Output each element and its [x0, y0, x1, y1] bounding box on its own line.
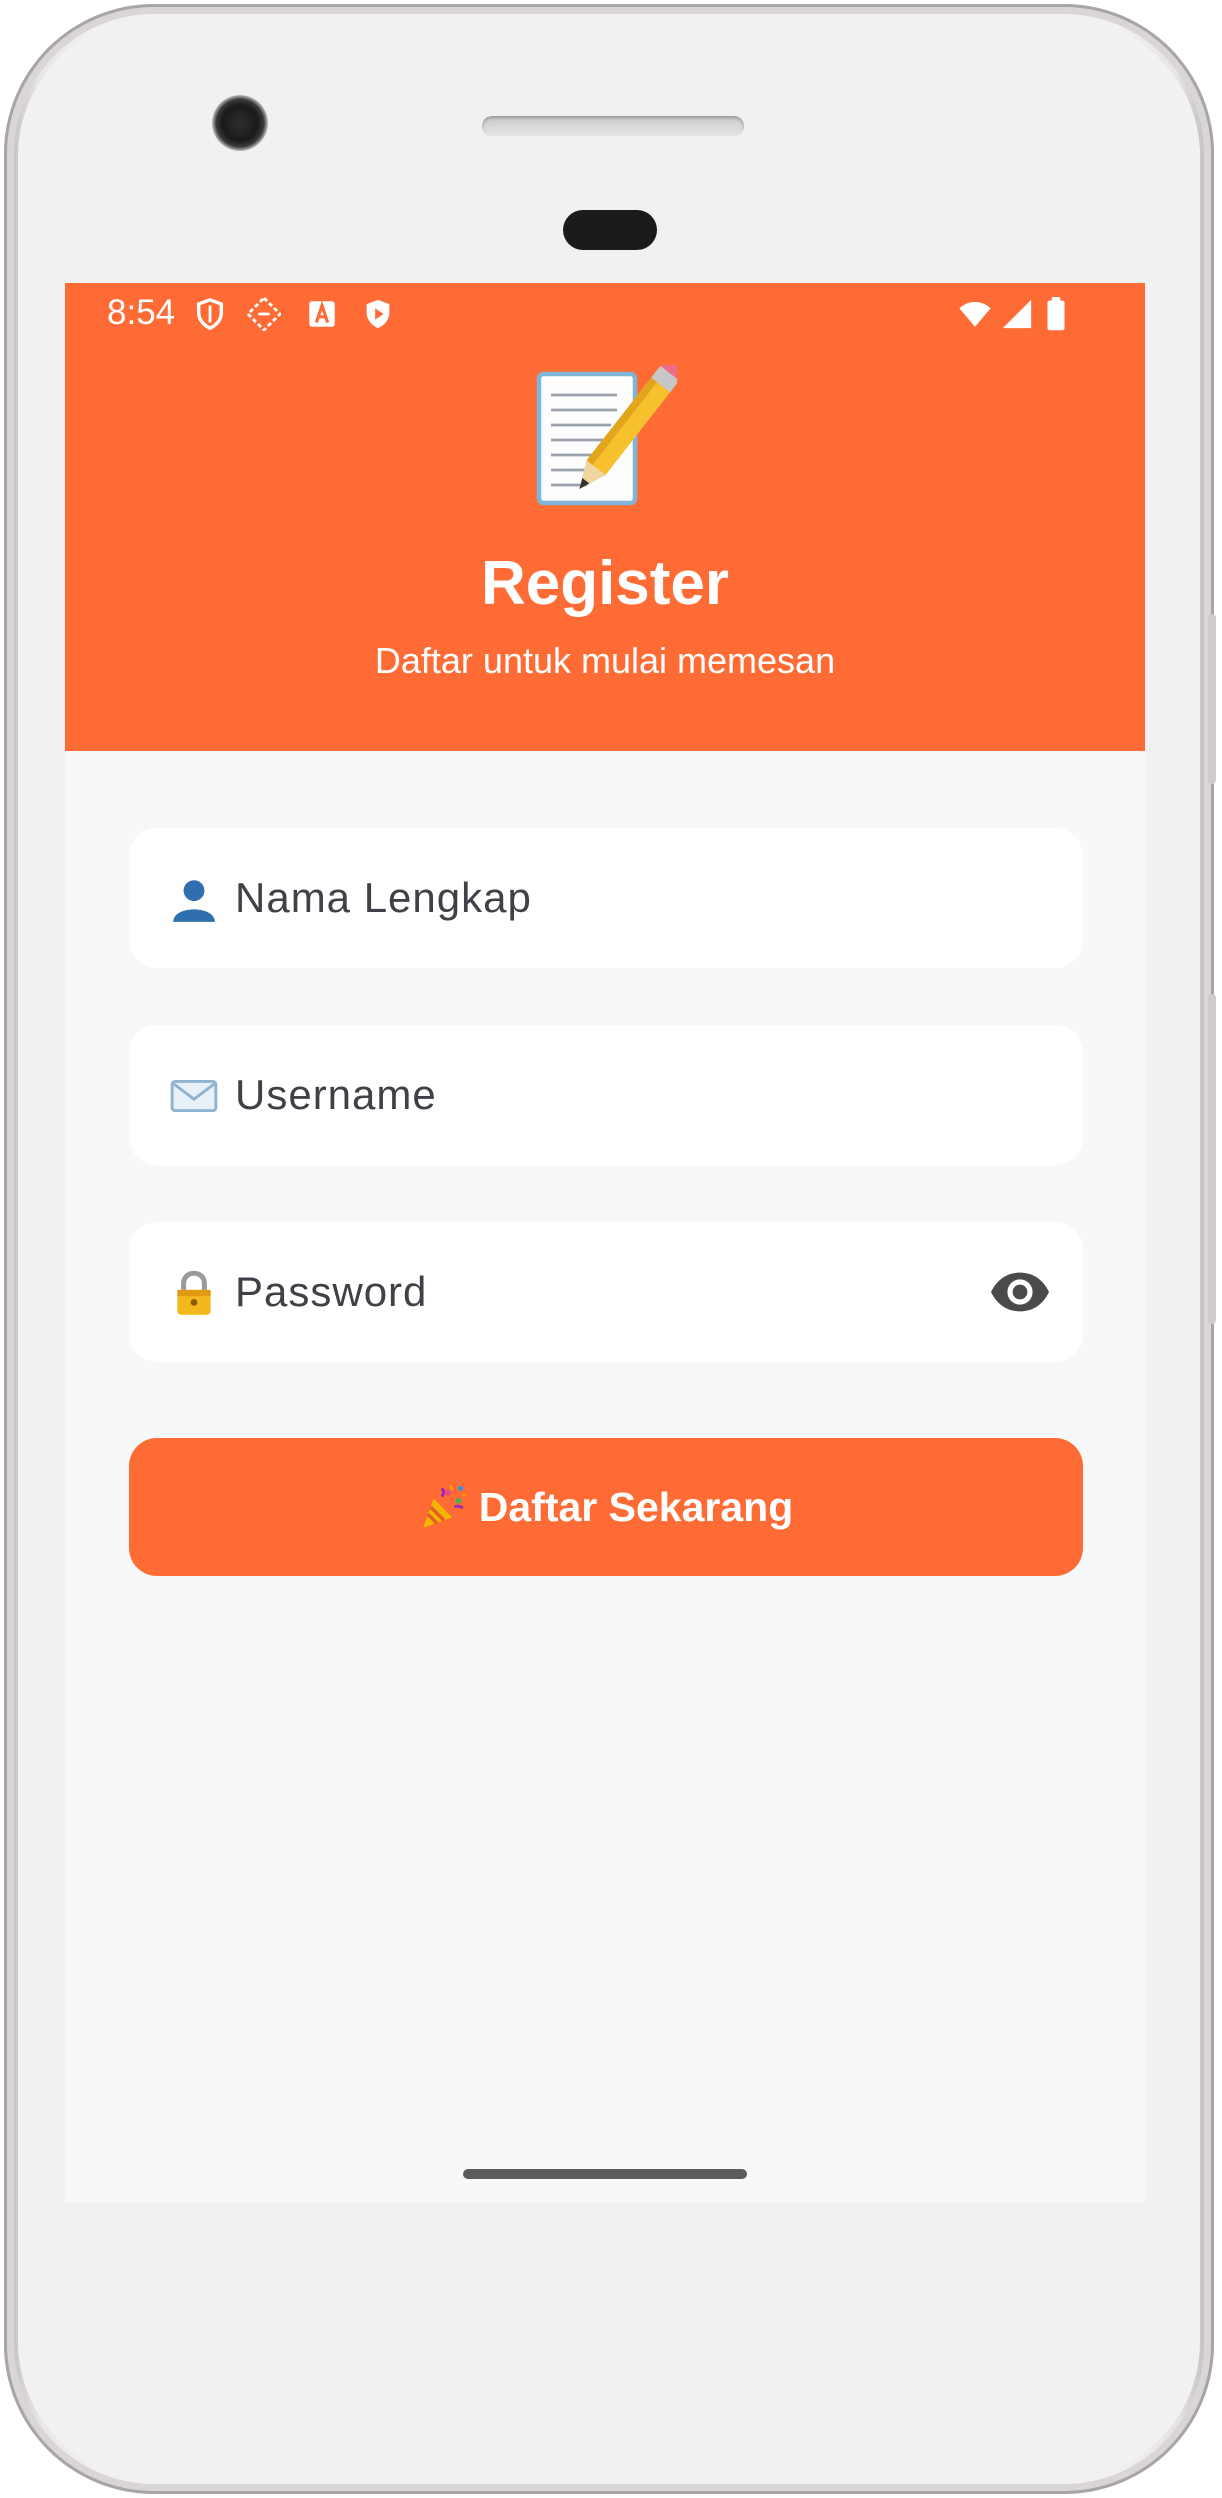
page-title: Register	[480, 549, 730, 618]
app-screen: 8:54 Register Daftar untuk mulai memesan…	[65, 283, 1145, 2203]
home-indicator[interactable]	[463, 2169, 747, 2179]
power-button	[1208, 994, 1216, 1324]
lock-icon	[177, 1270, 211, 1315]
status-bar: 8:54	[65, 283, 1145, 359]
play-shield-icon	[366, 299, 390, 329]
eye-icon[interactable]	[989, 1268, 1051, 1316]
full-name-field[interactable]: Nama Lengkap	[129, 828, 1083, 968]
shield-outline-icon	[196, 298, 224, 331]
proximity-sensor	[563, 210, 657, 250]
register-submit-label: Daftar Sekarang	[478, 1483, 794, 1530]
volume-button	[1208, 614, 1216, 784]
register-header: 8:54 Register Daftar untuk mulai memesan	[65, 283, 1145, 751]
signal-icon	[1002, 299, 1032, 329]
page-subtitle: Daftar untuk mulai memesan	[374, 640, 836, 681]
username-placeholder: Username	[235, 1071, 437, 1118]
envelope-icon	[170, 1079, 218, 1113]
battery-icon	[1047, 297, 1065, 331]
wifi-icon	[959, 301, 991, 327]
dashed-square-icon	[247, 297, 281, 331]
earpiece-speaker	[482, 116, 744, 136]
person-icon	[173, 880, 215, 922]
password-placeholder: Password	[235, 1268, 428, 1315]
memo-pencil-icon	[536, 365, 677, 506]
password-field[interactable]: Password	[129, 1222, 1083, 1362]
username-field[interactable]: Username	[129, 1025, 1083, 1165]
status-time: 8:54	[107, 293, 176, 332]
font-a-icon	[309, 300, 335, 327]
front-camera	[212, 95, 268, 151]
register-submit-button[interactable]: Daftar Sekarang	[129, 1438, 1083, 1576]
full-name-placeholder: Nama Lengkap	[235, 874, 532, 921]
party-popper-icon	[422, 1485, 467, 1528]
